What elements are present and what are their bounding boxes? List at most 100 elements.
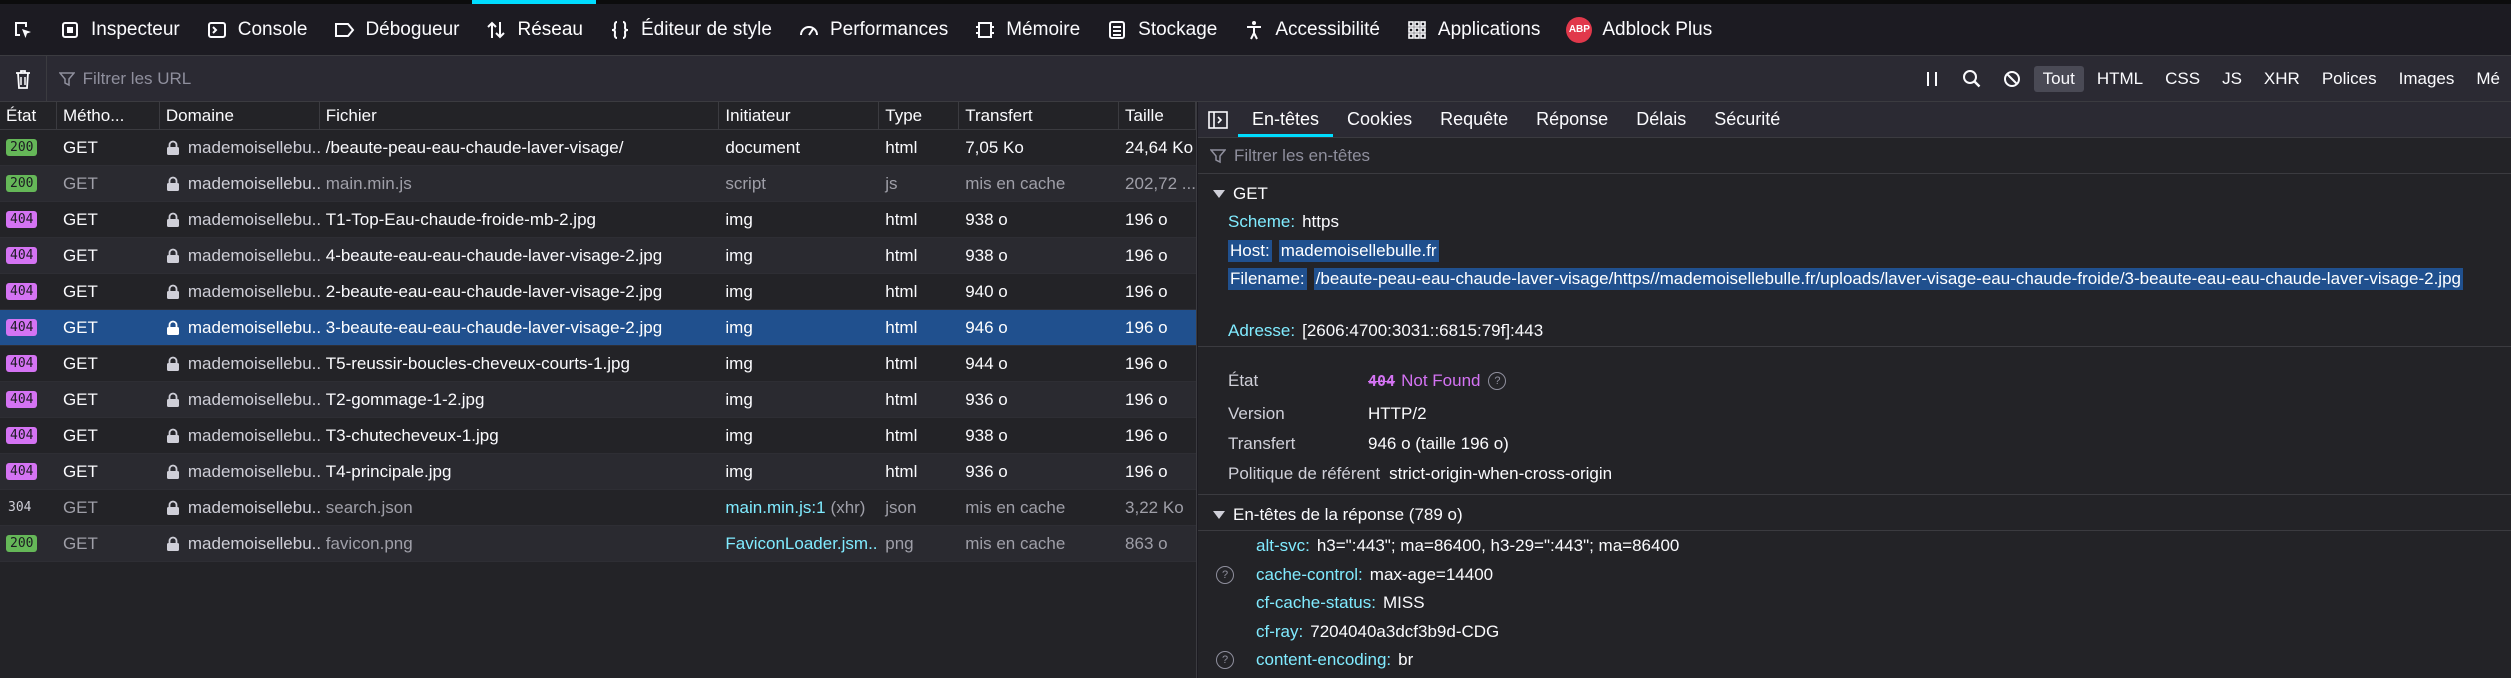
details-tabbar: En-têtes Cookies Requête Réponse Délais …: [1198, 102, 2511, 138]
status-badge: 404: [6, 283, 38, 300]
tab-accessibility[interactable]: Accessibilité: [1230, 4, 1393, 55]
toggle-sidebar-button[interactable]: [1198, 102, 1238, 137]
block-requests-button[interactable]: [1992, 56, 2032, 102]
type-cell: html: [885, 281, 918, 301]
header-help-icon[interactable]: ?: [1216, 565, 1234, 584]
transfer-cell: mis en cache: [965, 497, 1066, 517]
table-row[interactable]: 404 GET mademoisellebu... 3-beaute-eau-eau-…: [0, 310, 1196, 346]
tab-label: Réseau: [517, 18, 583, 40]
column-header-initiator[interactable]: Initiateur: [719, 102, 880, 129]
domain-text: mademoisellebu...: [187, 173, 320, 193]
address-row: Adresse: [2606:4700:3031::6815:79f]:443: [1228, 321, 1543, 341]
column-header-file[interactable]: Fichier: [320, 102, 720, 129]
filename-key: Filename:: [1228, 268, 1307, 290]
table-row[interactable]: 404 GET mademoisellebu... T2-gommage-1-2.jp…: [0, 382, 1196, 418]
header-help-icon[interactable]: ?: [1216, 651, 1234, 669]
tab-cookies[interactable]: Cookies: [1333, 102, 1426, 137]
divider: [1198, 346, 2511, 347]
method-cell: GET: [62, 533, 98, 553]
status-badge: 404: [6, 319, 38, 336]
column-header-transfer[interactable]: Transfert: [959, 102, 1120, 129]
transfer-cell: 938 o: [965, 245, 1008, 265]
status-badge: 404: [6, 427, 38, 444]
table-row[interactable]: 404 GET mademoisellebu... T1-Top-Eau-chaude…: [0, 202, 1196, 238]
tab-style-editor[interactable]: Éditeur de style: [596, 4, 785, 55]
headers-filter-input[interactable]: Filtrer les en-têtes: [1198, 138, 2511, 174]
status-cell: 404: [0, 202, 57, 237]
response-header-key: cf-cache-status:: [1256, 593, 1376, 612]
tab-storage[interactable]: Stockage: [1093, 4, 1230, 55]
type-filter-html[interactable]: HTML: [2088, 66, 2152, 92]
request-list: État Métho... Domaine Fichier Initiateur…: [0, 102, 1197, 678]
block-icon: [2003, 70, 2020, 87]
column-header-status[interactable]: État: [0, 102, 57, 129]
tab-debugger[interactable]: Débogueur: [320, 4, 472, 55]
type-filter-css[interactable]: CSS: [2156, 66, 2209, 92]
request-section-toggle[interactable]: GET: [1203, 184, 1268, 204]
tab-adblock-plus[interactable]: ABP Adblock Plus: [1553, 4, 1725, 55]
type-filter-images[interactable]: Images: [2390, 66, 2464, 92]
address-key: Adresse:: [1228, 321, 1296, 340]
tab-inspector[interactable]: Inspecteur: [46, 4, 193, 55]
tab-request[interactable]: Requête: [1426, 102, 1522, 137]
tab-network[interactable]: Réseau: [472, 0, 596, 55]
column-header-domain[interactable]: Domaine: [160, 102, 320, 129]
search-button[interactable]: [1952, 56, 1992, 102]
domain-text: mademoisellebu...: [187, 353, 320, 373]
tab-security[interactable]: Sécurité: [1700, 102, 1794, 137]
request-rows: 200 GET mademoisellebu.../beaute-peau-eau-…: [0, 130, 1196, 562]
type-filter-all[interactable]: Tout: [2033, 65, 2084, 92]
type-filter-xhr[interactable]: XHR: [2255, 66, 2309, 92]
table-row[interactable]: 404 GET mademoisellebu... 2-beaute-eau-eau-…: [0, 274, 1196, 310]
initiator-cell[interactable]: main.min.js:1 (xhr): [719, 490, 879, 525]
column-header-method[interactable]: Métho...: [57, 102, 160, 129]
tab-response[interactable]: Réponse: [1522, 102, 1622, 137]
initiator-cell[interactable]: FaviconLoader.jsm...: [719, 526, 879, 561]
clear-requests-button[interactable]: [0, 56, 47, 101]
table-row[interactable]: 304 GET mademoisellebu... search.json main.m…: [0, 490, 1196, 526]
lock-icon: [166, 284, 179, 299]
request-method-heading: GET: [1233, 184, 1268, 203]
tab-console[interactable]: Console: [193, 4, 321, 55]
table-row[interactable]: 404 GET mademoisellebu... T5-reussir-boucle…: [0, 346, 1196, 382]
table-row[interactable]: 200 GET mademoisellebu... favicon.png Favico…: [0, 526, 1196, 562]
url-filter-input[interactable]: Filtrer les URL: [47, 69, 1892, 89]
lock-icon: [166, 392, 179, 407]
element-picker-button[interactable]: [0, 4, 46, 55]
response-header-row: cf-cache-status: MISS: [1216, 593, 1425, 613]
domain-cell: mademoisellebu...: [160, 526, 320, 561]
tab-headers[interactable]: En-têtes: [1238, 102, 1334, 137]
domain-cell: mademoisellebu...: [160, 310, 320, 345]
version-value: HTTP/2: [1368, 404, 1427, 423]
table-row[interactable]: 404 GET mademoisellebu... T3-chutecheveux-1…: [0, 418, 1196, 454]
response-header-value: max-age=14400: [1369, 564, 1494, 584]
domain-text: mademoisellebu...: [187, 533, 320, 553]
table-row[interactable]: 404 GET mademoisellebu... 4-beaute-eau-eau-…: [0, 238, 1196, 274]
column-header-size[interactable]: Taille: [1119, 102, 1196, 129]
status-badge: 404: [6, 391, 38, 408]
table-row[interactable]: 404 GET mademoisellebu... T4-principale.jpg…: [0, 454, 1196, 490]
trash-icon: [15, 69, 30, 89]
tab-memory[interactable]: Mémoire: [961, 4, 1093, 55]
tab-applications[interactable]: Applications: [1393, 4, 1553, 55]
column-header-type[interactable]: Type: [879, 102, 960, 129]
type-filter-media[interactable]: Mé: [2467, 66, 2509, 92]
response-headers-toggle[interactable]: En-têtes de la réponse (789 o): [1203, 505, 1463, 525]
type-filter-fonts[interactable]: Polices: [2313, 66, 2386, 92]
type-filter-js[interactable]: JS: [2213, 66, 2251, 92]
status-text: Not Found: [1401, 371, 1481, 390]
initiator-text: img: [725, 209, 753, 229]
tab-timings[interactable]: Délais: [1622, 102, 1700, 137]
domain-text: mademoisellebu...: [187, 137, 320, 157]
table-row[interactable]: 200 GET mademoisellebu.../beaute-peau-eau-…: [0, 130, 1196, 166]
pause-button[interactable]: [1912, 56, 1952, 102]
accessibility-icon: [1247, 20, 1262, 39]
debugger-icon: [335, 22, 355, 37]
tab-performance[interactable]: Performances: [785, 4, 961, 55]
status-help-icon[interactable]: ?: [1488, 372, 1507, 390]
status-cell: 304: [0, 490, 57, 525]
table-row[interactable]: 200 GET mademoisellebu... main.min.js script…: [0, 166, 1196, 202]
file-cell: T5-reussir-boucles-cheveux-courts-1.jpg: [325, 353, 630, 373]
domain-cell: mademoisellebu...: [160, 130, 320, 165]
file-cell: main.min.js: [325, 173, 412, 193]
